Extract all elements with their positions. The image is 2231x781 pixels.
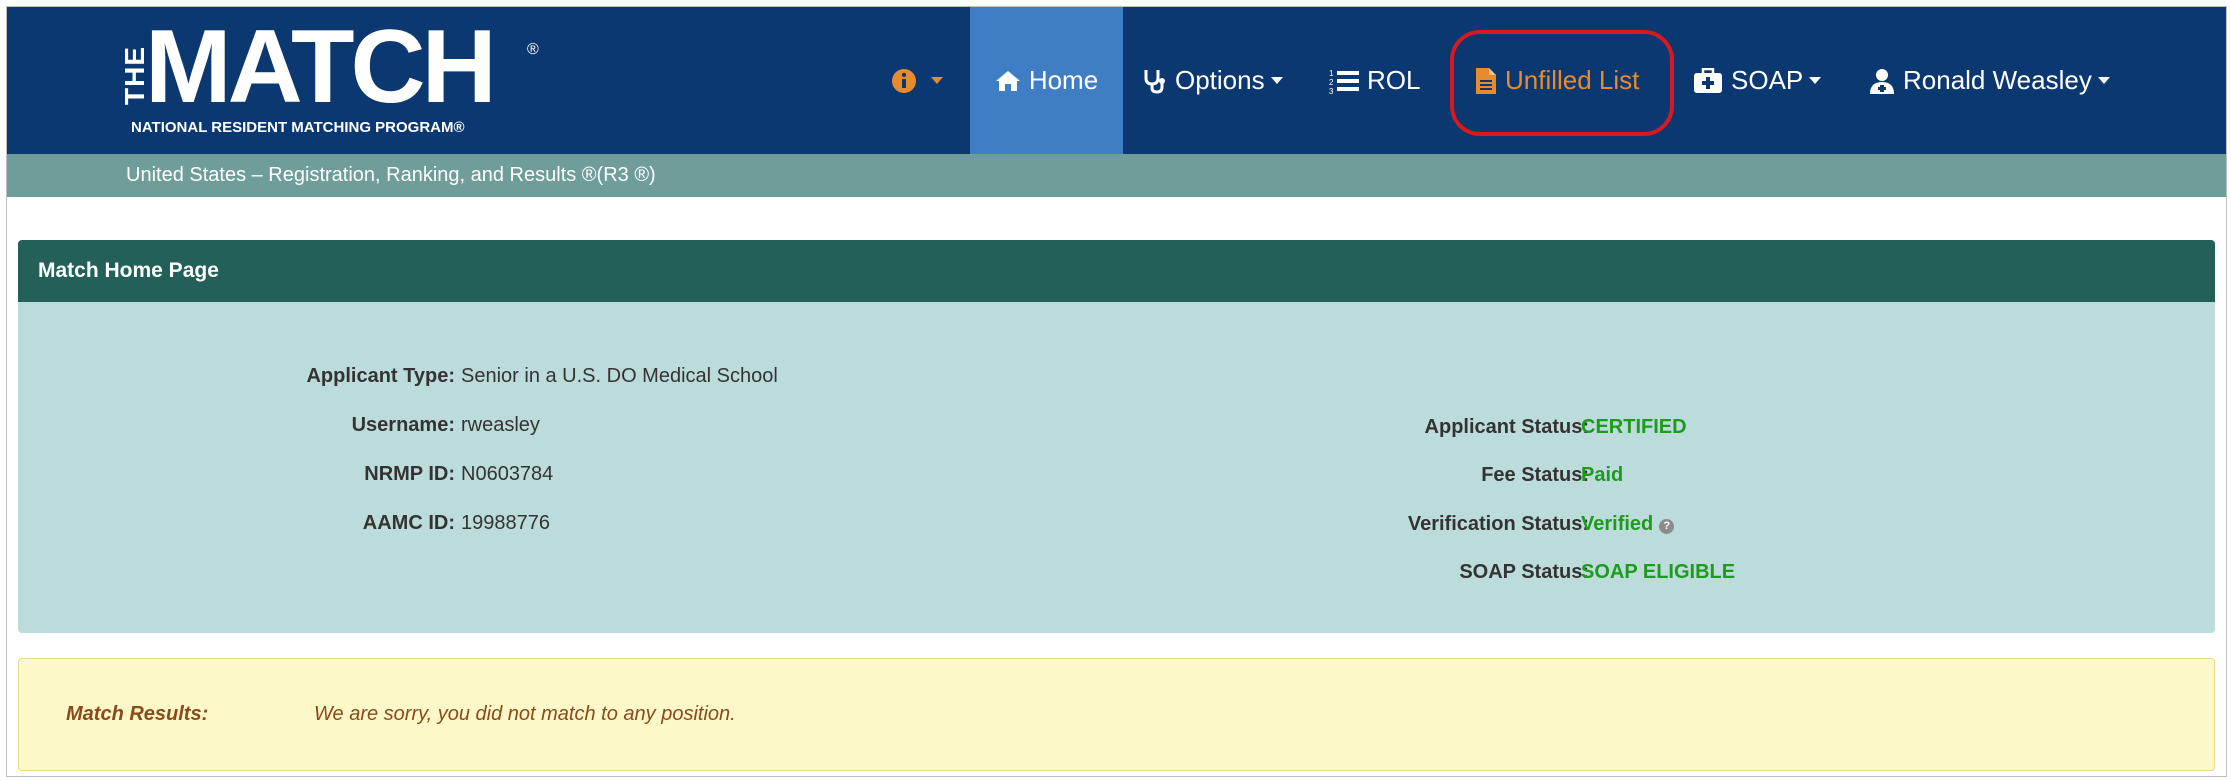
applicant-status-value: CERTIFIED [1581,416,1687,438]
home-icon [995,69,1021,93]
applicant-type-label: Applicant Type: [306,365,455,387]
applicant-info-panel: Applicant Type: Senior in a U.S. DO Medi… [18,302,2215,633]
soap-status-label: SOAP Status: [1459,561,1589,583]
highlight-circle [1450,30,1674,136]
username-value: rweasley [461,414,540,436]
match-results-label: Match Results: [66,703,209,725]
svg-text:2: 2 [1329,78,1334,87]
ordered-list-icon: 123 [1329,67,1359,95]
chevron-down-icon [1809,77,1822,84]
info-menu[interactable] [891,7,943,154]
soap-status-value: SOAP ELIGIBLE [1581,561,1736,583]
sub-header-text: United States – Registration, Ranking, a… [126,164,656,186]
aamc-id-value: 19988776 [461,512,550,534]
logo-match-text: MATCH [145,9,497,125]
nav-home[interactable]: Home [970,7,1123,154]
match-results-message: We are sorry, you did not match to any p… [314,703,736,725]
nav-soap-label: SOAP [1731,65,1804,95]
svg-text:1: 1 [1329,69,1334,78]
verification-status-label: Verification Status: [1407,513,1589,535]
nav-options[interactable]: Options [1143,7,1283,154]
applicant-status-label: Applicant Status: [1424,416,1589,438]
username-label: Username: [351,414,455,436]
info-circle-icon [891,68,917,94]
nrmp-id-label: NRMP ID: [364,463,455,485]
chevron-down-icon [1270,77,1283,84]
help-question-icon[interactable]: ? [1659,519,1675,534]
user-doctor-icon [1869,68,1895,94]
applicant-type-value: Senior in a U.S. DO Medical School [461,365,778,387]
chevron-down-icon [2097,77,2110,84]
nav-user-label: Ronald Weasley [1903,65,2092,95]
nav-options-label: Options [1175,65,1265,95]
nav-soap[interactable]: SOAP [1693,7,1822,154]
nav-rol-label: ROL [1367,65,1421,95]
the-match-logo[interactable]: THE MATCH ® NATIONAL RESIDENT MATCHING P… [119,15,549,139]
chevron-down-icon [931,77,943,84]
page-title: Match Home Page [38,259,219,282]
panel-heading: Match Home Page [18,240,2215,302]
verification-status-value: Verified [1581,513,1654,535]
aamc-id-label: AAMC ID: [362,512,455,534]
logo-registered-mark: ® [527,41,539,58]
svg-text:3: 3 [1329,87,1334,95]
nrmp-id-value: N0603784 [461,463,554,485]
match-results-alert: Match Results: We are sorry, you did not… [18,658,2215,771]
stethoscope-icon [1143,68,1167,94]
app-frame: THE MATCH ® NATIONAL RESIDENT MATCHING P… [6,6,2227,777]
nav-rol[interactable]: 123 ROL [1329,7,1420,154]
verification-status-wrap: Verified? [1581,513,1675,536]
nav-user-menu[interactable]: Ronald Weasley [1869,7,2110,154]
fee-status-value: Paid [1581,464,1624,486]
logo-subtitle: NATIONAL RESIDENT MATCHING PROGRAM® [131,119,465,136]
medical-kit-icon [1693,67,1723,94]
top-navbar: THE MATCH ® NATIONAL RESIDENT MATCHING P… [7,7,2226,154]
nav-home-label: Home [1028,65,1099,95]
fee-status-label: Fee Status: [1481,464,1589,486]
sub-header-bar: United States – Registration, Ranking, a… [7,154,2226,197]
